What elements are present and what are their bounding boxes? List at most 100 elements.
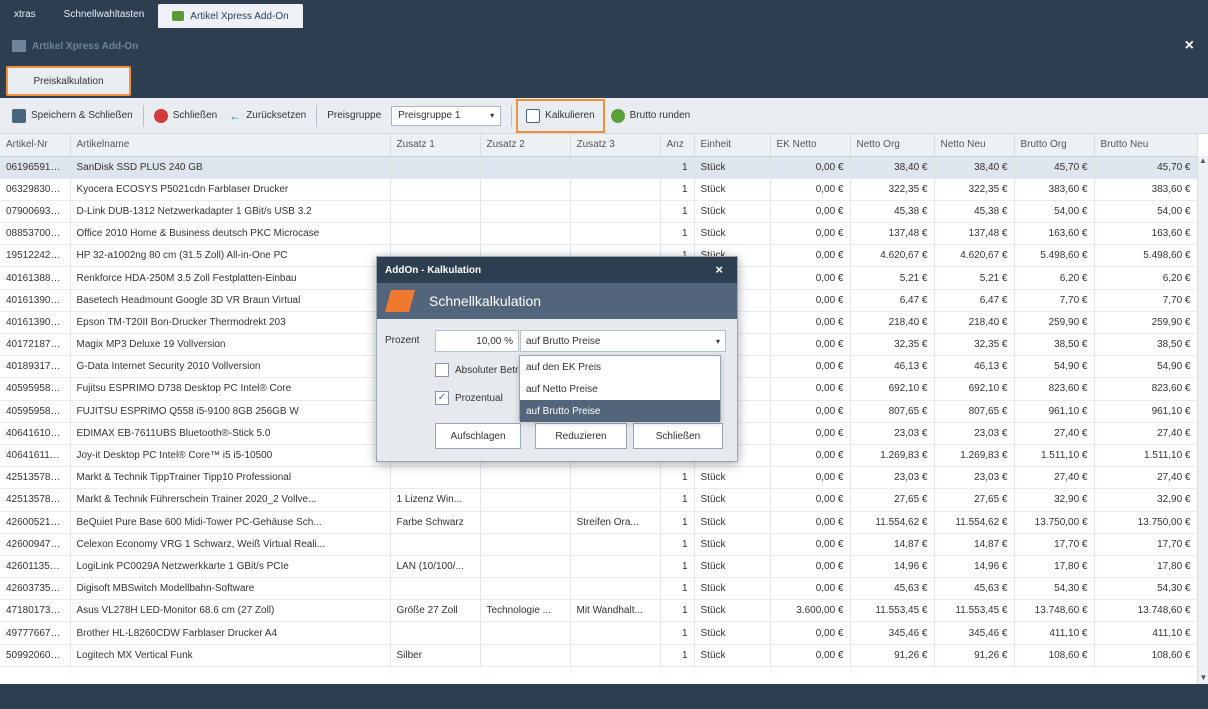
table-cell[interactable]: 137,48 € [934,222,1015,246]
table-cell[interactable]: Technologie ... [480,599,571,623]
table-cell[interactable] [480,555,571,579]
table-cell[interactable]: 079006939... [0,200,71,224]
table-cell[interactable]: 0,00 € [770,289,851,312]
table-cell[interactable]: 54,30 € [1094,577,1198,601]
table-cell[interactable]: 13.750,00 € [1094,511,1198,534]
table-cell[interactable]: 411,10 € [1014,621,1095,645]
schliessen-button[interactable]: Schließen [633,423,723,449]
table-cell[interactable]: 0,00 € [770,488,851,512]
table-cell[interactable]: Stück [694,511,771,534]
table-cell[interactable]: 401613908... [0,311,71,335]
dropdown-option-brutto[interactable]: auf Brutto Preise [520,400,720,422]
table-cell[interactable] [480,488,571,512]
table-row[interactable]: 471801730... Asus VL278H LED-Monitor 68.6… [0,599,1198,623]
table-cell[interactable]: 27,65 € [934,488,1015,512]
table-cell[interactable]: 961,10 € [1094,400,1198,423]
table-cell[interactable]: 38,40 € [850,156,935,179]
table-cell[interactable]: 063298303... [0,178,71,201]
table-cell[interactable]: Basetech Headmount Google 3D VR Braun Vi… [70,289,391,312]
table-cell[interactable]: 17,80 € [1014,555,1095,579]
table-cell[interactable]: 45,38 € [850,200,935,224]
table-cell[interactable]: LAN (10/100/... [390,555,481,579]
table-cell[interactable]: 259,90 € [1014,311,1095,335]
table-cell[interactable] [570,156,661,179]
table-cell[interactable]: 46,13 € [850,355,935,379]
table-cell[interactable]: Stück [694,200,771,224]
table-cell[interactable]: Stück [694,178,771,201]
table-cell[interactable]: 14,96 € [934,555,1015,579]
table-cell[interactable]: 5,21 € [934,266,1015,290]
table-cell[interactable]: 32,35 € [934,333,1015,357]
table-cell[interactable] [390,466,481,490]
ribbon-tab-preiskalkulation[interactable]: Preiskalkulation [6,66,131,96]
table-cell[interactable] [570,466,661,490]
table-cell[interactable]: Markt & Technik TippTrainer Tipp10 Profe… [70,466,391,490]
menu-tab-artikel-xpress[interactable]: Artikel Xpress Add-On [158,4,303,28]
table-cell[interactable] [480,621,571,645]
absolute-checkbox[interactable] [435,363,449,377]
table-cell[interactable] [480,200,571,224]
dialog-close-icon[interactable]: × [715,262,723,277]
table-cell[interactable]: 1 [660,156,695,179]
table-cell[interactable]: Brother HL-L8260CDW Farblaser Drucker A4 [70,621,391,645]
table-cell[interactable]: 7,70 € [1014,289,1095,312]
table-cell[interactable] [480,533,571,556]
table-cell[interactable]: Digisoft MBSwitch Modellbahn-Software [70,577,391,601]
table-cell[interactable]: 23,03 € [850,422,935,445]
column-header[interactable]: Brutto Org [1014,134,1095,157]
table-cell[interactable]: 91,26 € [850,644,935,667]
table-cell[interactable]: 14,96 € [850,555,935,579]
table-cell[interactable]: 1 [660,621,695,645]
table-cell[interactable]: 1.269,83 € [850,444,935,468]
table-cell[interactable]: 0,00 € [770,555,851,579]
table-cell[interactable]: 1 [660,178,695,201]
table-cell[interactable] [390,156,481,179]
round-gross-button[interactable]: Brutto runden [605,102,697,130]
table-cell[interactable]: Fujitsu ESPRIMO D738 Desktop PC Intel® C… [70,377,391,401]
table-row[interactable]: 497776677... Brother HL-L8260CDW Farblase… [0,621,1198,645]
table-cell[interactable]: Stück [694,488,771,512]
table-cell[interactable]: 401613887... [0,266,71,290]
table-cell[interactable]: 13.748,60 € [1094,599,1198,623]
column-header[interactable]: Zusatz 2 [480,134,571,157]
table-cell[interactable]: 322,35 € [850,178,935,201]
table-cell[interactable] [480,178,571,201]
dropdown-option-ek[interactable]: auf den EK Preis [520,356,720,378]
table-cell[interactable]: 823,60 € [1014,377,1095,401]
table-cell[interactable]: 1.269,83 € [934,444,1015,468]
table-cell[interactable]: 27,40 € [1014,422,1095,445]
table-cell[interactable]: BeQuiet Pure Base 600 Midi-Tower PC-Gehä… [70,511,391,534]
table-cell[interactable]: Streifen Ora... [570,511,661,534]
aufschlagen-button[interactable]: Aufschlagen [435,423,521,449]
table-cell[interactable]: 38,40 € [934,156,1015,179]
table-cell[interactable]: 1 [660,599,695,623]
table-cell[interactable]: 218,40 € [850,311,935,335]
table-cell[interactable]: Stück [694,644,771,667]
table-cell[interactable]: 0,00 € [770,377,851,401]
table-row[interactable]: 426009473... Celexon Economy VRG 1 Schwar… [0,533,1198,556]
table-cell[interactable]: 406416107... [0,422,71,445]
scroll-up-icon[interactable]: ▲ [1198,156,1208,165]
table-row[interactable]: 426011356... LogiLink PC0029A Netzwerkkar… [0,555,1198,579]
table-cell[interactable]: 401893173... [0,355,71,379]
calculate-button[interactable]: Kalkulieren [516,98,605,133]
table-cell[interactable] [480,156,571,179]
table-cell[interactable]: 0,00 € [770,644,851,667]
table-cell[interactable]: 45,70 € [1014,156,1095,179]
table-cell[interactable]: FUJITSU ESPRIMO Q558 i5-9100 8GB 256GB W [70,400,391,423]
table-cell[interactable]: 0,00 € [770,400,851,423]
table-cell[interactable]: 0,00 € [770,178,851,201]
table-cell[interactable]: 1 [660,200,695,224]
menu-tab-schnellwahltasten[interactable]: Schnellwahltasten [50,0,159,28]
table-cell[interactable]: 3.600,00 € [770,599,851,623]
table-cell[interactable]: 7,70 € [1094,289,1198,312]
table-cell[interactable]: 32,35 € [850,333,935,357]
price-group-select[interactable]: Preisgruppe 1 ▾ [391,105,502,126]
table-cell[interactable]: Office 2010 Home & Business deutsch PKC … [70,222,391,246]
table-cell[interactable]: 259,90 € [1094,311,1198,335]
table-cell[interactable]: 405959587... [0,377,71,401]
table-cell[interactable]: 5.498,60 € [1014,244,1095,268]
table-cell[interactable]: 345,46 € [850,621,935,645]
table-cell[interactable]: 345,46 € [934,621,1015,645]
table-cell[interactable]: Stück [694,577,771,601]
